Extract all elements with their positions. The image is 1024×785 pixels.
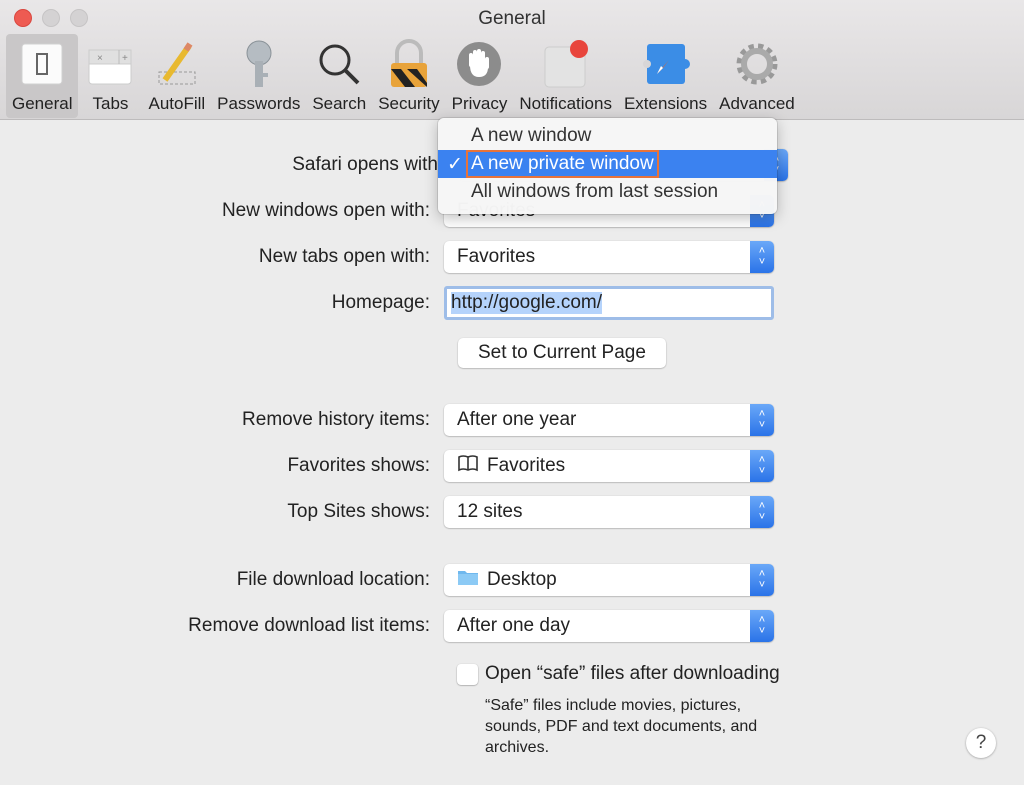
safe-files-note: “Safe” files include movies, pictures, s… — [485, 695, 757, 758]
popup-value: Favorites — [457, 246, 536, 267]
new-windows-label: New windows open with: — [221, 200, 430, 221]
tab-privacy[interactable]: Privacy — [446, 34, 514, 118]
tab-label: Passwords — [217, 94, 301, 113]
tab-notifications[interactable]: Notifications — [513, 34, 618, 118]
stepper-icon: ˄˅ — [750, 404, 774, 436]
homepage-label: Homepage: — [331, 292, 430, 313]
favorites-shows-label: Favorites shows: — [287, 455, 430, 476]
pencil-icon — [151, 38, 203, 90]
padlock-icon — [383, 38, 435, 90]
puzzle-compass-icon — [640, 38, 692, 90]
stepper-icon: ˄˅ — [750, 450, 774, 482]
tabs-icon: × + — [84, 38, 136, 90]
tab-extensions[interactable]: Extensions — [618, 34, 713, 118]
tab-tabs[interactable]: × + Tabs — [78, 34, 142, 118]
tab-label: General — [12, 94, 73, 113]
homepage-input[interactable]: http://google.com/ — [444, 286, 774, 320]
svg-text:+: + — [122, 53, 128, 64]
stepper-icon: ˄˅ — [750, 496, 774, 528]
favorites-shows-popup[interactable]: Favorites ˄ ˅ — [444, 450, 774, 482]
download-location-label: File download location: — [236, 569, 430, 590]
popup-value: After one year — [457, 409, 577, 430]
popup-value: After one day — [457, 615, 571, 636]
open-safe-files-label[interactable]: Open “safe” files after downloading — [485, 663, 780, 685]
new-tabs-row: New tabs open with: Favorites ˄ ˅ — [0, 241, 774, 273]
remove-download-label: Remove download list items: — [188, 615, 430, 636]
book-icon — [457, 454, 479, 478]
folder-icon — [457, 568, 479, 592]
remove-download-row: Remove download list items: After one da… — [0, 610, 774, 642]
top-sites-row: Top Sites shows: 12 sites ˄ ˅ — [0, 496, 774, 528]
note-line: “Safe” files include movies, pictures, — [485, 697, 742, 714]
tab-label: AutoFill — [148, 94, 206, 113]
safari-opens-menu: A new window ✓ A new private window All w… — [438, 118, 777, 214]
menu-item-label: A new private window — [466, 150, 659, 178]
menu-item-new-window[interactable]: A new window — [438, 122, 777, 150]
set-current-row: Set to Current Page — [458, 338, 666, 368]
stepper-icon: ˄˅ — [750, 610, 774, 642]
title-bar: General General × + Tabs AutoFill Passwor… — [0, 0, 1024, 120]
favorites-shows-row: Favorites shows: Favorites ˄ ˅ — [0, 450, 774, 482]
magnifier-icon — [313, 38, 365, 90]
stepper-icon: ˄˅ — [750, 241, 774, 273]
preferences-toolbar: General × + Tabs AutoFill Passwords Searc… — [6, 34, 801, 118]
remove-download-popup[interactable]: After one day ˄ ˅ — [444, 610, 774, 642]
key-icon — [233, 38, 285, 90]
hand-icon — [453, 38, 505, 90]
tab-search[interactable]: Search — [306, 34, 372, 118]
download-location-row: File download location: Desktop ˄ ˅ — [0, 564, 774, 596]
menu-item-all-windows[interactable]: All windows from last session — [438, 178, 777, 206]
popup-value: Desktop — [487, 569, 557, 590]
general-switch-icon — [16, 38, 68, 90]
set-to-current-page-button[interactable]: Set to Current Page — [458, 338, 666, 368]
notification-badge-icon — [540, 38, 592, 90]
popup-value: Favorites — [487, 455, 566, 476]
tab-label: Security — [378, 94, 440, 113]
tab-label: Privacy — [451, 94, 508, 113]
help-button[interactable]: ? — [966, 728, 996, 758]
tab-advanced[interactable]: Advanced — [713, 34, 801, 118]
new-tabs-label: New tabs open with: — [258, 246, 430, 267]
popup-value: 12 sites — [457, 501, 523, 522]
new-tabs-popup[interactable]: Favorites ˄ ˅ — [444, 241, 774, 273]
stepper-icon: ˄˅ — [750, 564, 774, 596]
download-location-popup[interactable]: Desktop ˄ ˅ — [444, 564, 774, 596]
note-line: archives. — [485, 739, 550, 756]
open-safe-files-checkbox[interactable] — [457, 663, 478, 685]
remove-history-popup[interactable]: After one year ˄ ˅ — [444, 404, 774, 436]
window-title: General — [478, 8, 546, 29]
homepage-value: http://google.com/ — [451, 292, 603, 314]
open-safe-row: Open “safe” files after downloading — [457, 663, 780, 685]
menu-item-label: All windows from last session — [471, 181, 719, 202]
checkmark-icon: ✓ — [447, 153, 463, 175]
remove-history-label: Remove history items: — [242, 409, 430, 430]
tab-security[interactable]: Security — [372, 34, 445, 118]
tab-label: Notifications — [519, 94, 612, 113]
menu-item-new-private-window[interactable]: ✓ A new private window — [438, 150, 777, 178]
safari-opens-label: Safari opens with — [292, 154, 438, 175]
menu-item-label: A new window — [471, 125, 592, 146]
svg-text:×: × — [97, 53, 103, 64]
tab-label: Search — [312, 94, 367, 113]
tab-passwords[interactable]: Passwords — [211, 34, 306, 118]
homepage-row: Homepage: http://google.com/ — [0, 286, 774, 320]
tab-label: Tabs — [92, 94, 129, 113]
gear-icon — [731, 38, 783, 90]
remove-history-row: Remove history items: After one year ˄ ˅ — [0, 404, 774, 436]
top-sites-popup[interactable]: 12 sites ˄ ˅ — [444, 496, 774, 528]
tab-general[interactable]: General — [6, 34, 79, 118]
tab-label: Extensions — [623, 94, 708, 113]
top-sites-label: Top Sites shows: — [287, 501, 430, 522]
note-line: sounds, PDF and text documents, and — [485, 718, 758, 735]
tab-autofill[interactable]: AutoFill — [142, 34, 211, 118]
tab-label: Advanced — [719, 94, 795, 113]
